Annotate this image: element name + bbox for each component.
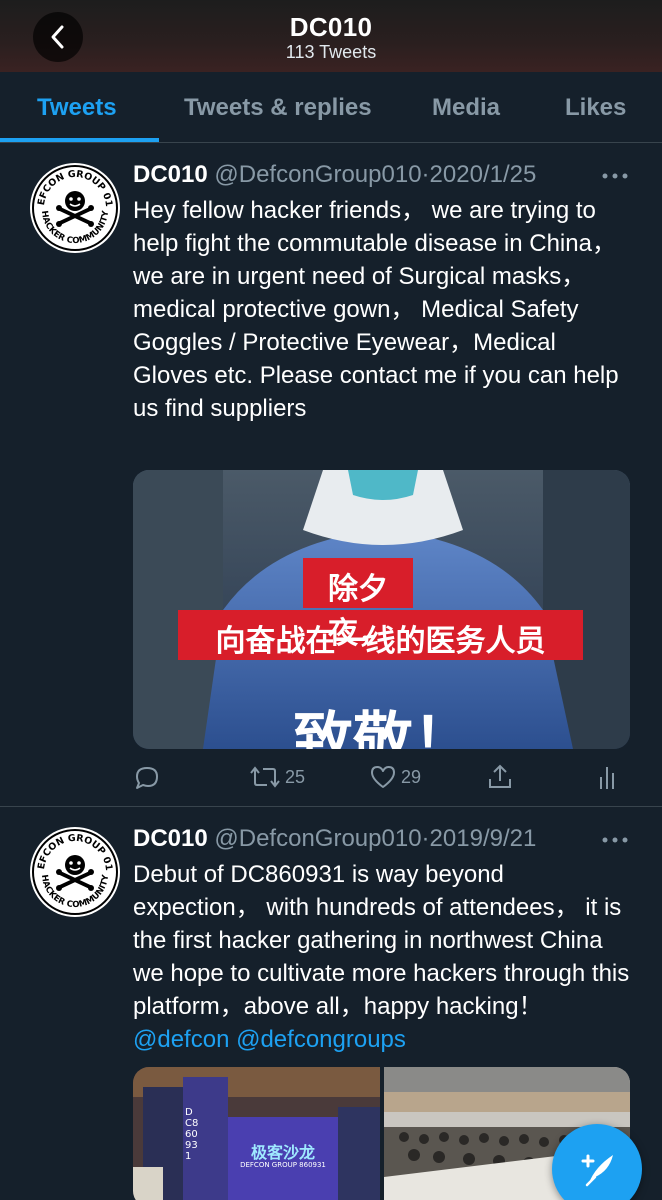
retweet-count: 25 [285,766,306,787]
tab-tweets[interactable]: Tweets [37,94,117,122]
tweet[interactable]: DEFCON GROUP 010 HACKER COMMUNITY DC010 … [0,143,662,806]
feather-plus-icon [581,1154,613,1187]
like-count: 29 [401,766,422,787]
retweet-icon [250,766,280,788]
tweet-text: Debut of DC860931 is way beyond expectio… [133,858,633,1056]
analytics-icon [600,767,614,789]
display-name[interactable]: DC010 [133,161,208,188]
more-options-icon[interactable] [600,835,630,845]
tweet-count: 113 Tweets [285,42,377,62]
tweet-actions: 25 29 [133,762,633,792]
reply-button[interactable] [133,762,165,792]
user-handle[interactable]: @DefconGroup010 [214,825,421,852]
photo-stage-subtext: DEFCON GROUP 860931 [240,1161,326,1169]
analytics-button[interactable] [595,762,627,792]
more-options-icon[interactable] [600,171,630,181]
tweet-header: DC010 @DefconGroup010·2019/9/21 [133,825,536,853]
separator-dot: · [421,161,430,188]
photo-stage-text: 极客沙龙 [250,1143,315,1162]
tweet-photo-1[interactable]: DC860931 极客沙龙 DEFCON GROUP 860931 [133,1067,380,1200]
photo-banner-text: DC860931 [185,1107,199,1162]
share-icon [489,764,511,788]
profile-name: DC010 [289,12,373,42]
display-name[interactable]: DC010 [133,825,208,852]
tweet-media-image[interactable]: 除夕夜， 向奋战在一线的医务人员 致敬！ [133,470,630,749]
defcon-logo-icon: DEFCON GROUP 010 HACKER COMMUNITY [26,819,119,916]
reply-icon [136,767,158,789]
profile-tabs: Tweets Tweets & replies Media Likes [0,72,662,143]
tweet-date[interactable]: 2019/9/21 [430,825,537,852]
event-stage-photo [133,1067,380,1200]
tweet-text: Hey fellow hacker friends， we are trying… [133,197,626,422]
mention-links[interactable]: @defcon @defcongroups [133,1026,406,1053]
tweet-body: Debut of DC860931 is way beyond expectio… [133,861,636,1020]
tab-media[interactable]: Media [432,94,500,122]
separator-dot: · [421,825,430,852]
tweet-date[interactable]: 2020/1/25 [430,161,537,188]
media-caption-line3: 致敬！ [293,706,473,749]
profile-header: DC010 113 Tweets [0,0,662,72]
media-caption-line2: 向奋战在一线的医务人员 [215,624,546,659]
tweet-header: DC010 @DefconGroup010·2020/1/25 [133,161,536,189]
defcon-logo-icon: DEFCON GROUP 010 HACKER COMMUNITY [26,155,119,252]
heart-icon [371,766,395,788]
tab-tweets-replies[interactable]: Tweets & replies [184,94,372,122]
user-handle[interactable]: @DefconGroup010 [214,161,421,188]
like-button[interactable]: 29 [369,762,421,792]
share-button[interactable] [486,762,518,792]
tab-likes[interactable]: Likes [565,94,626,122]
avatar[interactable]: DEFCON GROUP 010 HACKER COMMUNITY [26,819,120,917]
retweet-button[interactable]: 25 [249,762,305,792]
avatar[interactable]: DEFCON GROUP 010 HACKER COMMUNITY [26,155,120,253]
active-tab-indicator [0,138,159,142]
